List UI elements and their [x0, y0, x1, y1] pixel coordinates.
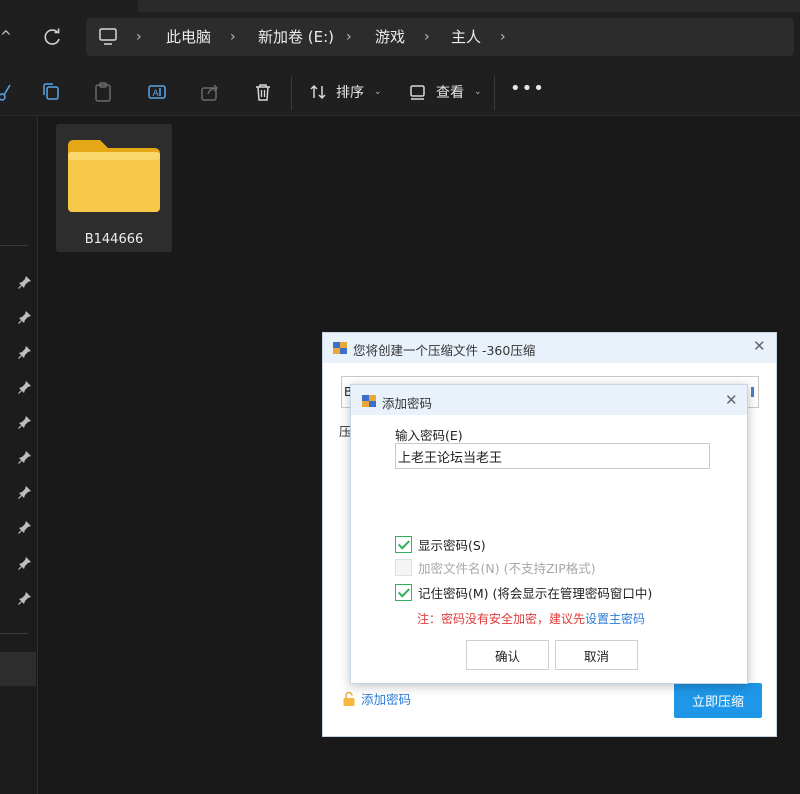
this-pc-icon: [99, 28, 117, 45]
pin-icon[interactable]: [18, 310, 32, 324]
view-icon: [410, 85, 425, 100]
rename-icon[interactable]: A: [145, 80, 169, 104]
add-password-title: 添加密码: [382, 396, 433, 411]
nav-divider: [0, 245, 28, 246]
chevron-down-icon: ⌄: [474, 87, 482, 97]
show-password-label: 显示密码(S): [418, 538, 486, 553]
compress-app-icon: [333, 342, 347, 354]
chevron-right-icon[interactable]: ›: [230, 18, 236, 56]
add-password-titlebar[interactable]: 添加密码 ✕: [351, 385, 747, 415]
encrypt-filenames-label: 加密文件名(N) (不支持ZIP格式): [418, 561, 596, 576]
pin-icon[interactable]: [18, 556, 32, 570]
ok-button[interactable]: 确认: [466, 640, 549, 670]
folder-item[interactable]: B144666: [56, 124, 172, 252]
add-password-label: 添加密码: [361, 692, 412, 707]
command-bar: A 排序 ⌄ 查看 ⌄ •••: [0, 70, 800, 116]
close-icon[interactable]: ✕: [725, 392, 738, 408]
show-password-checkbox[interactable]: [395, 536, 412, 553]
path-scroll-indicator: [751, 387, 754, 397]
command-separator: [291, 76, 292, 110]
encrypt-filenames-checkbox: [395, 559, 412, 576]
compress-app-icon: [362, 395, 376, 407]
add-password-link[interactable]: 添加密码: [341, 689, 411, 708]
pin-icon[interactable]: [18, 380, 32, 394]
sort-label: 排序: [336, 85, 364, 101]
lock-icon: [343, 691, 355, 706]
pin-icon[interactable]: [18, 345, 32, 359]
nav-item-selected[interactable]: [0, 652, 36, 686]
compress-window-title: 您将创建一个压缩文件 -360压缩: [353, 343, 536, 358]
pin-icon[interactable]: [18, 485, 32, 499]
view-label: 查看: [436, 85, 464, 101]
cancel-button[interactable]: 取消: [555, 640, 638, 670]
chevron-right-icon[interactable]: ›: [136, 18, 142, 56]
view-button[interactable]: 查看 ⌄: [408, 78, 482, 106]
breadcrumb-games[interactable]: 游戏: [375, 18, 405, 56]
encrypt-filenames-option: 加密文件名(N) (不支持ZIP格式): [395, 558, 596, 577]
share-icon[interactable]: [198, 80, 222, 104]
nav-divider: [0, 633, 28, 634]
paste-icon[interactable]: [91, 80, 115, 104]
pin-icon[interactable]: [18, 591, 32, 605]
chevron-down-icon: ⌄: [374, 87, 382, 97]
folder-icon: [68, 140, 160, 212]
pin-icon[interactable]: [18, 520, 32, 534]
pin-icon[interactable]: [18, 450, 32, 464]
folder-name: B144666: [84, 232, 144, 247]
cut-icon[interactable]: [0, 80, 18, 104]
navigation-pane: [0, 116, 38, 794]
security-note-text: 注：密码没有安全加密，建议先: [417, 612, 586, 626]
more-options-icon[interactable]: •••: [510, 78, 544, 106]
remember-password-option[interactable]: 记住密码(M) (将会显示在管理密码窗口中): [395, 583, 652, 602]
breadcrumb-this-pc[interactable]: 此电脑: [166, 18, 211, 56]
breadcrumb-owner[interactable]: 主人: [451, 18, 481, 56]
up-arrow-icon[interactable]: ^: [0, 24, 16, 50]
chevron-right-icon[interactable]: ›: [346, 18, 352, 56]
copy-icon[interactable]: [39, 80, 63, 104]
close-icon[interactable]: ✕: [753, 338, 766, 354]
sort-icon: [310, 84, 326, 100]
compress-now-button[interactable]: 立即压缩: [674, 683, 762, 718]
sort-button[interactable]: 排序 ⌄: [308, 78, 382, 106]
address-bar[interactable]: › 此电脑 › 新加卷 (E:) › 游戏 › 主人 ›: [86, 18, 794, 56]
delete-icon[interactable]: [251, 80, 275, 104]
security-note: 注：密码没有安全加密，建议先设置主密码: [417, 610, 645, 627]
address-toolbar: ^ › 此电脑 › 新加卷 (E:) › 游戏 › 主人 ›: [0, 0, 800, 70]
svg-text:A: A: [153, 89, 160, 99]
pin-icon[interactable]: [18, 415, 32, 429]
breadcrumb-drive-e[interactable]: 新加卷 (E:): [258, 18, 334, 56]
remember-password-checkbox[interactable]: [395, 584, 412, 601]
chevron-right-icon[interactable]: ›: [424, 18, 430, 56]
pin-icon[interactable]: [18, 275, 32, 289]
password-input-label: 输入密码(E): [395, 428, 463, 443]
remember-password-label: 记住密码(M) (将会显示在管理密码窗口中): [418, 586, 653, 601]
set-master-password-link[interactable]: 设置主密码: [585, 612, 645, 626]
compress-window-titlebar[interactable]: 您将创建一个压缩文件 -360压缩 ✕: [323, 333, 776, 363]
command-separator: [494, 76, 495, 110]
add-password-dialog: 添加密码 ✕ 输入密码(E) 显示密码(S) 加密文件名(N) (不支持ZIP格…: [350, 384, 748, 684]
refresh-icon[interactable]: [40, 24, 66, 50]
show-password-option[interactable]: 显示密码(S): [395, 535, 486, 554]
password-input[interactable]: [395, 443, 710, 469]
chevron-right-icon[interactable]: ›: [500, 18, 506, 56]
tab-strip: [138, 0, 800, 12]
